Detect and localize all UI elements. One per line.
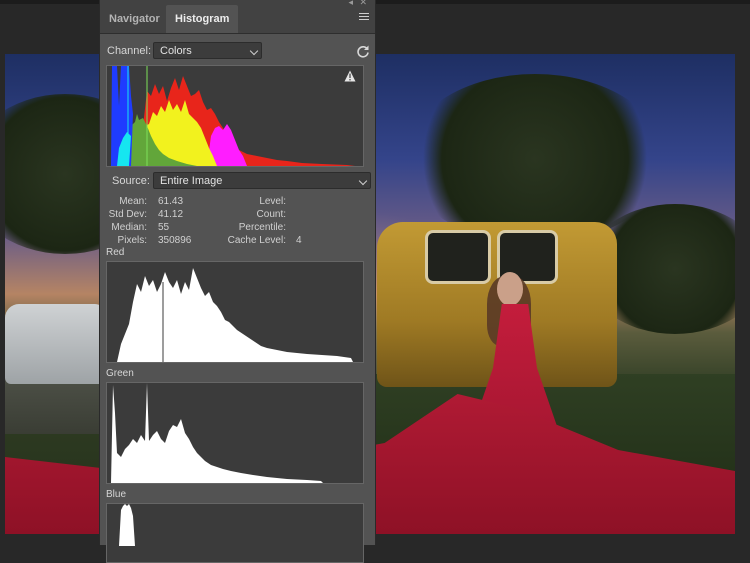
chevron-down-icon — [249, 46, 259, 56]
panel-tab-bar: ◂ ✕ Navigator Histogram — [100, 0, 375, 34]
channel-label: Channel: — [107, 45, 152, 57]
blue-histogram — [106, 503, 364, 563]
cache-level-label: Cache Level: — [227, 235, 286, 246]
warning-triangle-icon[interactable] — [344, 70, 356, 82]
cache-level-value: 4 — [296, 235, 302, 246]
channel-select[interactable]: Colors — [153, 42, 262, 59]
blue-histogram-fill — [119, 504, 135, 546]
refresh-icon[interactable] — [356, 44, 370, 58]
std-dev-label: Std Dev: — [108, 209, 147, 220]
count-label: Count: — [256, 209, 286, 220]
van-window-1 — [425, 230, 491, 284]
green-histogram-fill — [111, 383, 323, 483]
tab-histogram[interactable]: Histogram — [166, 5, 239, 33]
colors-histogram-graph — [111, 66, 355, 166]
red-histogram-graph — [117, 268, 353, 362]
green-histogram-graph — [111, 383, 323, 483]
mean-value: 61.43 — [158, 196, 184, 207]
std-dev-value: 41.12 — [158, 209, 184, 220]
blue-histogram-graph — [119, 504, 135, 546]
tab-navigator[interactable]: Navigator — [100, 5, 169, 33]
red-channel-label: Red — [106, 247, 125, 258]
green-histogram — [106, 382, 364, 484]
red-histogram — [106, 261, 364, 363]
photo-pickup-truck — [5, 304, 105, 384]
source-select[interactable]: Entire Image — [153, 172, 371, 189]
source-select-value: Entire Image — [160, 175, 223, 187]
median-label: Median: — [111, 222, 147, 233]
level-label: Level: — [259, 196, 286, 207]
source-label: Source: — [112, 175, 150, 187]
green-channel-label: Green — [106, 368, 134, 379]
panel-collapse-icon[interactable]: ◂ ✕ — [348, 0, 369, 8]
chevron-down-icon — [358, 176, 368, 186]
photo-model-face — [497, 272, 523, 306]
colors-histogram — [106, 65, 364, 167]
histogram-statistics: Mean: 61.43 Std Dev: 41.12 Median: 55 Pi… — [100, 194, 370, 246]
mean-label: Mean: — [119, 196, 147, 207]
red-histogram-fill — [117, 268, 353, 362]
median-value: 55 — [158, 222, 170, 233]
percentile-label: Percentile: — [238, 222, 286, 233]
pixels-label: Pixels: — [117, 235, 147, 246]
hamburger-menu-icon[interactable] — [359, 13, 369, 21]
blue-channel-label: Blue — [106, 489, 127, 500]
histogram-panel: ◂ ✕ Navigator Histogram Channel: Colors … — [99, 0, 376, 563]
channel-select-value: Colors — [160, 45, 192, 57]
